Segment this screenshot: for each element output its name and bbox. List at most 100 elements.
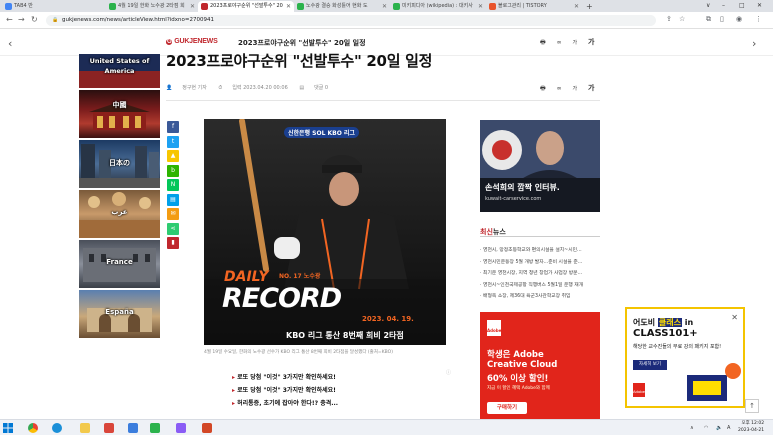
wifi-icon[interactable]: ◠ [704, 425, 708, 431]
tab-favicon-icon [489, 3, 496, 10]
link-icon[interactable]: ∞ [557, 85, 562, 92]
list-item[interactable]: · 영천시, 망정초등학교와 편의시설을 설치~시민... [480, 246, 600, 258]
scroll-to-top-button[interactable]: ↑ [745, 399, 759, 413]
chrome-app-icon[interactable] [28, 423, 38, 433]
taskbar-clock[interactable]: 오후 12:02 2023-04-21 [738, 421, 764, 434]
divider [166, 100, 600, 101]
font-smaller-button[interactable]: 가 [573, 85, 578, 92]
lang-banner-china[interactable]: 中國 [79, 90, 160, 138]
lang-banner-arab[interactable]: عرب [79, 190, 160, 238]
ad-banner-class101[interactable]: 어도비 클래스 in CLASS101+ 해당한 교수진들의 무료 강의 패키지… [625, 307, 745, 408]
powerpoint-app-icon[interactable] [202, 423, 212, 433]
share-button[interactable]: ▮ [167, 237, 179, 249]
ime-icon[interactable]: A [727, 425, 730, 431]
prev-article-chevron-icon[interactable]: ‹ [8, 37, 12, 50]
share-button[interactable]: ▤ [167, 193, 179, 206]
print-icon[interactable]: 🖶 [540, 84, 546, 94]
next-article-chevron-icon[interactable]: › [752, 37, 756, 50]
article-tools: 🖶 ∞ 가 가 [540, 83, 604, 94]
print-icon[interactable]: 🖶 [540, 38, 546, 48]
share-icon: t [171, 137, 175, 145]
list-item[interactable]: · 영천시~인천국제공항 직행버스 5월1일 운행 재개 [480, 281, 600, 293]
volume-icon[interactable]: 🔈 [716, 425, 722, 431]
share-page-icon[interactable]: ⇪ [666, 15, 672, 23]
language-banner-column: United States of America 中國 日本の عرب Fran… [79, 54, 160, 340]
photo-record: RECORD [222, 283, 342, 314]
menu-icon[interactable]: ⋮ [755, 15, 762, 23]
comment-count[interactable]: 댓글 0 [314, 85, 328, 91]
site-logo[interactable]: G GUKJENEWS [166, 38, 218, 45]
profile-icon[interactable]: ◉ [736, 15, 742, 23]
new-tab-button[interactable]: + [586, 1, 593, 12]
close-ad-icon[interactable]: ✕ [731, 313, 738, 322]
windows-start-icon[interactable] [3, 423, 13, 433]
share-button[interactable]: ▲ [167, 150, 179, 162]
tab-label: TAB4 반 [14, 3, 33, 9]
photo-caption: 4월 19일 수요일, 한화의 노수광 선수가 KBO 리그 통산 8번째 희비… [204, 350, 393, 355]
browser-tab[interactable]: 블로그관리 | TISTORY ✕ [486, 1, 582, 12]
font-larger-button[interactable]: 가 [588, 37, 594, 47]
list-item[interactable]: · 영천시민운동장 5월 개방 발자...준비 시설을 준... [480, 258, 600, 270]
browser-tab[interactable]: TAB4 반 [2, 1, 42, 12]
article-title: 2023프로야구순위 "선발투수" 20일 일정 [166, 52, 433, 70]
close-tab-icon[interactable]: ✕ [574, 1, 579, 12]
extensions-icon[interactable]: ⧉ [706, 15, 711, 24]
reload-icon[interactable]: ↻ [31, 15, 38, 24]
share-button[interactable]: ⋖ [167, 222, 179, 235]
lang-banner-usa[interactable]: United States of America [79, 54, 160, 88]
close-tab-icon[interactable]: ✕ [286, 1, 291, 12]
back-arrow-icon[interactable]: ← [6, 15, 13, 24]
minimize-button[interactable]: – [722, 0, 725, 12]
explorer-app-icon[interactable] [80, 423, 90, 433]
sidebar-icon[interactable]: ▯ [720, 15, 724, 23]
share-icon: ⋖ [170, 224, 176, 232]
link-icon[interactable]: ∞ [557, 39, 562, 46]
lang-banner-spain[interactable]: España [79, 290, 160, 338]
close-window-button[interactable]: ✕ [757, 0, 762, 12]
tab-search-icon[interactable]: ∨ [706, 0, 710, 12]
share-button[interactable]: t [167, 135, 179, 148]
browser-tab-active[interactable]: 2023프로야구순위 "선발투수" 20 ✕ [198, 1, 294, 12]
header-article-title: 2023프로야구순위 "선발투수" 20일 일정 [238, 39, 366, 47]
tray-chevron-icon[interactable]: ∧ [690, 425, 694, 431]
edge-app-icon[interactable] [52, 423, 62, 433]
ad-banner-adobe[interactable]: Adobe 학생은 Adobe Creative Cloud 60% 이상 할인… [480, 312, 600, 419]
font-larger-button[interactable]: 가 [588, 83, 594, 93]
ad-info-icon[interactable]: ⓘ [446, 369, 451, 376]
tab-favicon-icon [5, 3, 12, 10]
related-link[interactable]: ▸ 로또 당첨 "이것" 3가지만 확인하세요! [232, 385, 338, 394]
browser-tab[interactable]: 노수광 결승 화성틀어 현화 도 ✕ [294, 1, 390, 12]
browser-tab[interactable]: 미키피디아 (wikipedia) : 대키사 ✕ [390, 1, 486, 12]
ad-banner-interview[interactable]: 손석희의 깜짝 인터뷰. kuwait-carservice.com [480, 120, 600, 212]
app-icon[interactable] [104, 423, 114, 433]
lang-banner-japan[interactable]: 日本の [79, 140, 160, 188]
related-link[interactable]: ▸ 허리통증, 초기에 잡아야 한다!? 충격... [232, 398, 338, 407]
forbidden-city-illustration [89, 102, 150, 130]
buy-button[interactable]: 구매하기 [487, 402, 527, 414]
maximize-button[interactable]: □ [739, 0, 745, 12]
app-icon[interactable] [150, 423, 160, 433]
clock-icon: ⏱ [218, 85, 223, 91]
article-photo[interactable]: 신한은행 SOL KBO 리그 DAILY NO. 17 노수광 RECORD … [204, 119, 446, 345]
close-tab-icon[interactable]: ✕ [190, 1, 195, 12]
share-button[interactable]: b [167, 164, 179, 177]
share-button[interactable]: N [167, 179, 179, 191]
share-button[interactable]: f [167, 121, 179, 133]
app-icon[interactable] [128, 423, 138, 433]
bookmark-star-icon[interactable]: ☆ [679, 15, 685, 23]
list-item[interactable]: · 최기운 영천시장, 지역 청년 창업가 사업장 방문... [480, 269, 600, 281]
related-link[interactable]: ▸ 로또 당첨 "이것" 3가지만 확인하세요! [232, 372, 338, 381]
address-bar[interactable]: 🔒 gukjenews.com/news/articleView.html?id… [46, 15, 656, 26]
list-item[interactable]: · 배형옥 소장, 제36대 육군3사관학교장 취임 [480, 292, 600, 304]
lang-banner-france[interactable]: France [79, 240, 160, 288]
divider [480, 236, 600, 237]
browser-tab[interactable]: 4월 19일 한화 노수광 2타점 희 ✕ [106, 1, 198, 12]
font-smaller-button[interactable]: 가 [573, 39, 578, 46]
details-button[interactable]: 자세히 보기 [633, 360, 667, 370]
forward-arrow-icon[interactable]: → [18, 15, 25, 24]
close-tab-icon[interactable]: ✕ [382, 1, 387, 12]
share-button[interactable]: ✉ [167, 208, 179, 220]
app-icon[interactable] [176, 423, 186, 433]
author-name[interactable]: 정구현 기자 [182, 85, 207, 91]
close-tab-icon[interactable]: ✕ [478, 1, 483, 12]
